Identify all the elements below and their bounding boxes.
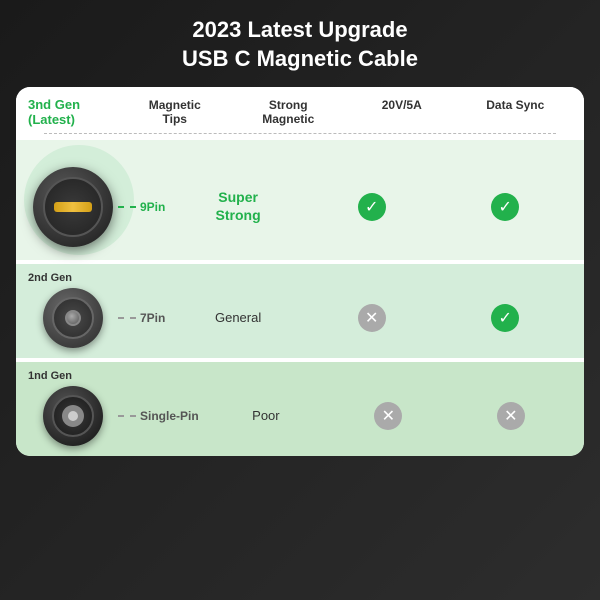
- gen1-datasync: [471, 402, 551, 430]
- gen2-row: 2nd Gen 7Pin General: [16, 264, 584, 358]
- gen2-label: 2nd Gen: [28, 272, 72, 284]
- gen3-magnetic-value: Super Strong: [198, 189, 278, 225]
- gen1-inner-dot: [68, 411, 78, 421]
- divider-1: [44, 133, 555, 134]
- gen1-datasync-icon: [497, 402, 525, 430]
- gen2-pin-label: 7Pin: [140, 311, 165, 325]
- gen1-poor: Poor: [252, 408, 279, 423]
- gen1-row: 1nd Gen Single-Pin Poor: [16, 362, 584, 456]
- gen1-inner-ring: [52, 395, 94, 437]
- title-text: 2023 Latest Upgrade USB C Magnetic Cable: [182, 16, 418, 73]
- gen1-label: 1nd Gen: [28, 370, 72, 382]
- gen1-magnetic-value: Poor: [226, 407, 306, 425]
- gen3-super-strong: Super Strong: [216, 189, 261, 223]
- header-col-20v: 20V/5A: [362, 98, 442, 126]
- gen3-pins: [54, 202, 92, 212]
- gen1-dash: [118, 415, 136, 417]
- gen2-20v: [332, 304, 412, 332]
- gen2-20v-icon: [358, 304, 386, 332]
- gen2-device-circle: [43, 288, 103, 348]
- gen3-row-data: 9Pin Super Strong: [118, 189, 572, 225]
- gen1-device: [28, 386, 118, 446]
- gen1-20v-icon: [374, 402, 402, 430]
- gen1-dashed-line: [118, 415, 136, 417]
- title-line2: USB C Magnetic Cable: [182, 46, 418, 71]
- gen1-inner-circle: [62, 405, 84, 427]
- gen1-row-data: Single-Pin Poor: [118, 402, 572, 430]
- gen3-pin-label: 9Pin: [140, 200, 165, 214]
- header-row: 3nd Gen(Latest) MagneticTips StrongMagne…: [16, 87, 584, 133]
- gen2-general: General: [215, 310, 261, 325]
- header-col-strong-magnetic: StrongMagnetic: [248, 98, 328, 126]
- gen3-inner-ring: [43, 177, 103, 237]
- gen2-datasync: [465, 304, 545, 332]
- gen2-row-data: 7Pin General: [118, 304, 572, 332]
- header-col-data-sync: Data Sync: [475, 98, 555, 126]
- gen2-dash: [118, 317, 136, 319]
- title-line1: 2023 Latest Upgrade: [192, 17, 407, 42]
- header-cols: MagneticTips StrongMagnetic 20V/5A Data …: [118, 98, 572, 126]
- gen2-inner-ring: [52, 297, 94, 339]
- comparison-card: 3nd Gen(Latest) MagneticTips StrongMagne…: [16, 87, 584, 456]
- gen3-dashed-line: [118, 206, 136, 208]
- gen3-device: [28, 167, 118, 247]
- gen2-datasync-icon: [491, 304, 519, 332]
- gen3-row: 9Pin Super Strong: [16, 140, 584, 260]
- gen3-datasync: [465, 193, 545, 221]
- gen1-pin-label: Single-Pin: [140, 409, 199, 423]
- title-section: 2023 Latest Upgrade USB C Magnetic Cable: [182, 16, 418, 73]
- gen3-20v-icon: [358, 193, 386, 221]
- gen1-data-cols: Poor: [205, 402, 572, 430]
- header-col-magnetic-tips: MagneticTips: [135, 98, 215, 126]
- header-gen-label: 3nd Gen(Latest): [28, 97, 118, 127]
- gen3-datasync-icon: [491, 193, 519, 221]
- gen2-magnetic-value: General: [198, 309, 278, 327]
- gen2-device: [28, 288, 118, 348]
- gen2-data-cols: General: [171, 304, 572, 332]
- gen3-device-circle: [33, 167, 113, 247]
- gen2-dashed-line: [118, 317, 136, 319]
- gen3-data-cols: Super Strong: [171, 189, 572, 225]
- gen1-device-circle: [43, 386, 103, 446]
- gen2-inner-dot: [65, 310, 81, 326]
- gen3-20v: [332, 193, 412, 221]
- gen1-20v: [348, 402, 428, 430]
- gen3-dash: [118, 206, 136, 208]
- main-container: 2023 Latest Upgrade USB C Magnetic Cable…: [0, 0, 600, 600]
